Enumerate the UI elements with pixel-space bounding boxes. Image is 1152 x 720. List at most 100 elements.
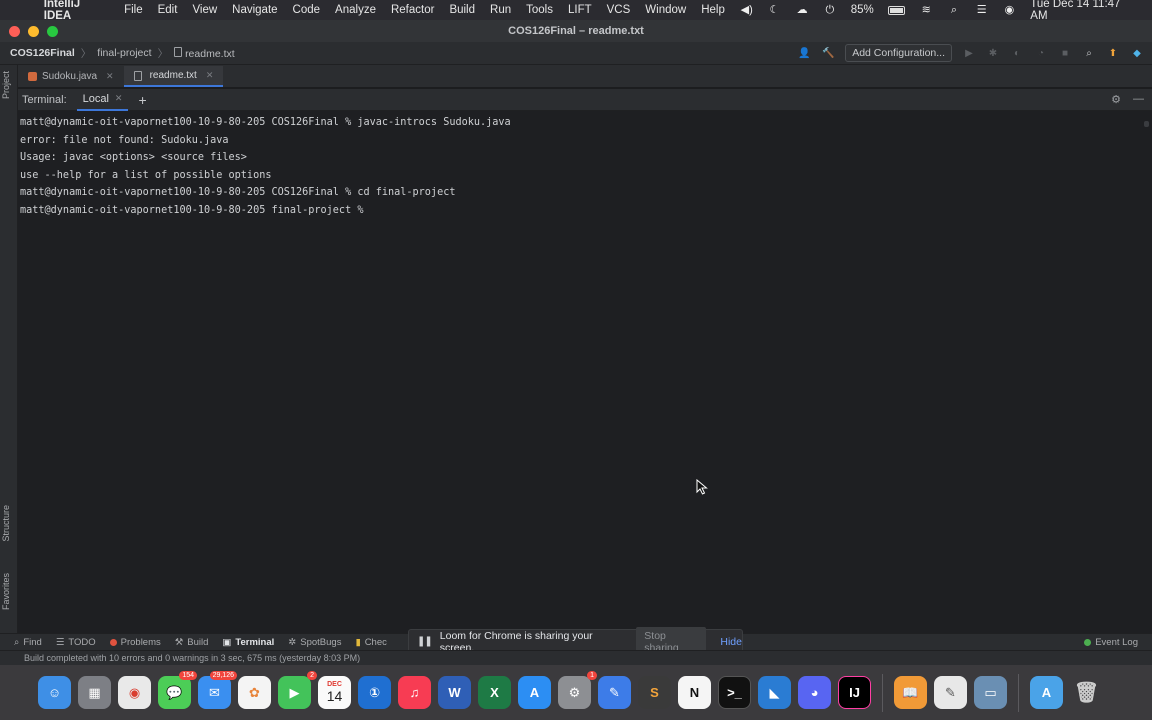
- close-terminal-tab-icon[interactable]: ✕: [115, 93, 123, 104]
- hide-panel-icon[interactable]: —: [1133, 93, 1144, 106]
- pencil-app-icon[interactable]: ✎: [598, 676, 631, 709]
- structure-tool-button[interactable]: Structure: [1, 505, 11, 542]
- facetime-icon[interactable]: ▶ 2: [278, 671, 317, 709]
- checkstyle-tool-button[interactable]: ▮ Chec: [355, 637, 386, 648]
- menu-navigate[interactable]: Navigate: [232, 4, 277, 16]
- menu-edit[interactable]: Edit: [158, 4, 178, 16]
- discord-icon[interactable]: ◕: [798, 676, 831, 709]
- menu-clock[interactable]: Tue Dec 14 11:47 AM: [1030, 0, 1138, 22]
- menu-lift[interactable]: LIFT: [568, 4, 592, 16]
- profile-icon[interactable]: ◔: [1034, 46, 1048, 60]
- terminal-tab-local[interactable]: Local ✕: [76, 89, 129, 111]
- add-configuration-button[interactable]: Add Configuration...: [845, 44, 952, 62]
- breadcrumb-project[interactable]: COS126Final: [10, 47, 75, 59]
- close-tab-icon[interactable]: ✕: [106, 71, 114, 82]
- status-message[interactable]: Build completed with 10 errors and 0 war…: [24, 653, 360, 663]
- music-icon[interactable]: ♫: [398, 676, 431, 709]
- new-terminal-tab-icon[interactable]: +: [138, 92, 146, 108]
- photos-icon[interactable]: ✿: [238, 676, 271, 709]
- calendar-icon[interactable]: DEC 14: [318, 676, 351, 709]
- build-tool-button[interactable]: ⚒ Build: [175, 637, 209, 648]
- siri-icon[interactable]: ◉: [1003, 4, 1017, 16]
- app-store-icon[interactable]: A: [518, 676, 551, 709]
- 1password-icon[interactable]: ①: [358, 676, 391, 709]
- stop-icon[interactable]: ■: [1058, 46, 1072, 60]
- minimize-window-button[interactable]: [28, 26, 39, 37]
- wifi-icon[interactable]: ≋: [919, 4, 933, 16]
- volume-icon[interactable]: ◀): [740, 4, 754, 16]
- favorites-tool-button[interactable]: Favorites: [1, 573, 11, 610]
- coverage-icon[interactable]: ◐: [1010, 46, 1024, 60]
- word-icon[interactable]: W: [438, 676, 471, 709]
- terminal-label: Terminal: [235, 636, 275, 648]
- breadcrumb-folder[interactable]: final-project: [97, 47, 151, 59]
- control-center-icon[interactable]: ☰: [975, 4, 989, 16]
- cloud-icon[interactable]: ☁: [795, 4, 809, 16]
- menu-refactor[interactable]: Refactor: [391, 4, 434, 16]
- hide-banner-button[interactable]: Hide: [720, 636, 742, 648]
- plugin-logo-icon[interactable]: ◆: [1130, 46, 1144, 60]
- finder-icon[interactable]: ☺: [38, 676, 71, 709]
- text-file-icon: [133, 70, 142, 81]
- vpn-icon[interactable]: ⏻: [823, 4, 837, 16]
- preview-icon[interactable]: ▭: [974, 676, 1007, 709]
- intellij-icon[interactable]: IJ: [838, 676, 871, 709]
- menu-vcs[interactable]: VCS: [607, 4, 631, 16]
- vscode-icon[interactable]: ◣: [758, 676, 791, 709]
- dark-mode-icon[interactable]: ☾: [768, 4, 782, 16]
- macos-menu-bar: IntelliJ IDEA File Edit View Navigate Co…: [0, 0, 1152, 22]
- todo-tool-button[interactable]: ☰ TODO: [56, 637, 96, 648]
- menu-file[interactable]: File: [124, 4, 143, 16]
- search-everywhere-icon[interactable]: ⌕: [1082, 46, 1096, 60]
- build-hammer-icon[interactable]: 🔨: [821, 46, 835, 60]
- text-file-icon: [174, 46, 183, 57]
- tab-sudoku-java[interactable]: Sudoku.java ✕: [18, 66, 124, 87]
- menu-help[interactable]: Help: [701, 4, 725, 16]
- run-toolbar: 👤 🔨 Add Configuration... ▶ ✱ ◐ ◔ ■ ⌕ ⬆ ◆: [797, 44, 1152, 62]
- spotbugs-tool-button[interactable]: ✲ SpotBugs: [288, 637, 341, 648]
- launchpad-icon[interactable]: ▦: [78, 676, 111, 709]
- debug-icon[interactable]: ✱: [986, 46, 1000, 60]
- app-menu[interactable]: IntelliJ IDEA: [44, 0, 110, 22]
- maximize-window-button[interactable]: [47, 26, 58, 37]
- dock-separator: [1018, 673, 1019, 712]
- battery-percent[interactable]: 85%: [851, 4, 874, 16]
- excel-icon[interactable]: X: [478, 676, 511, 709]
- settings-gear-icon[interactable]: ⚙: [1111, 93, 1121, 106]
- books-icon[interactable]: 📖: [894, 676, 927, 709]
- tab-readme-txt[interactable]: readme.txt ✕: [123, 66, 224, 87]
- trash-icon[interactable]: 🗑: [1070, 676, 1103, 709]
- terminal-app-icon[interactable]: >_: [718, 676, 751, 709]
- terminal-tool-button[interactable]: ▣ Terminal: [222, 637, 274, 648]
- settings-badge: 1: [587, 671, 597, 680]
- menu-run[interactable]: Run: [490, 4, 511, 16]
- textedit-icon[interactable]: ✎: [934, 676, 967, 709]
- menu-window[interactable]: Window: [645, 4, 686, 16]
- notion-icon[interactable]: N: [678, 676, 711, 709]
- close-tab-icon[interactable]: ✕: [206, 70, 214, 81]
- terminal-scrollbar[interactable]: [1144, 121, 1149, 127]
- find-tool-button[interactable]: ⌕ Find: [14, 637, 42, 648]
- spotlight-icon[interactable]: ⌕: [947, 4, 961, 16]
- menu-view[interactable]: View: [192, 4, 217, 16]
- terminal-output[interactable]: matt@dynamic-oit-vapornet100-10-9-80-205…: [18, 111, 1152, 633]
- run-icon[interactable]: ▶: [962, 46, 976, 60]
- breadcrumb-file[interactable]: readme.txt: [174, 46, 235, 60]
- menu-code[interactable]: Code: [293, 4, 321, 16]
- messages-icon[interactable]: 💬 154: [158, 671, 197, 709]
- battery-icon[interactable]: [887, 5, 906, 15]
- system-preferences-icon[interactable]: ⚙ 1: [558, 671, 597, 709]
- mail-icon[interactable]: ✉ 29,126: [198, 671, 237, 709]
- problems-tool-button[interactable]: Problems: [109, 637, 161, 648]
- close-window-button[interactable]: [9, 26, 20, 37]
- menu-analyze[interactable]: Analyze: [335, 4, 376, 16]
- menu-tools[interactable]: Tools: [526, 4, 553, 16]
- sublime-text-icon[interactable]: S: [638, 676, 671, 709]
- menu-build[interactable]: Build: [449, 4, 475, 16]
- update-icon[interactable]: ⬆: [1106, 46, 1120, 60]
- applications-folder-icon[interactable]: A: [1030, 676, 1063, 709]
- project-tool-button[interactable]: Project: [1, 71, 11, 99]
- event-log-button[interactable]: Event Log: [1084, 637, 1138, 648]
- user-account-icon[interactable]: 👤: [797, 46, 811, 60]
- chrome-icon[interactable]: ◉: [118, 676, 151, 709]
